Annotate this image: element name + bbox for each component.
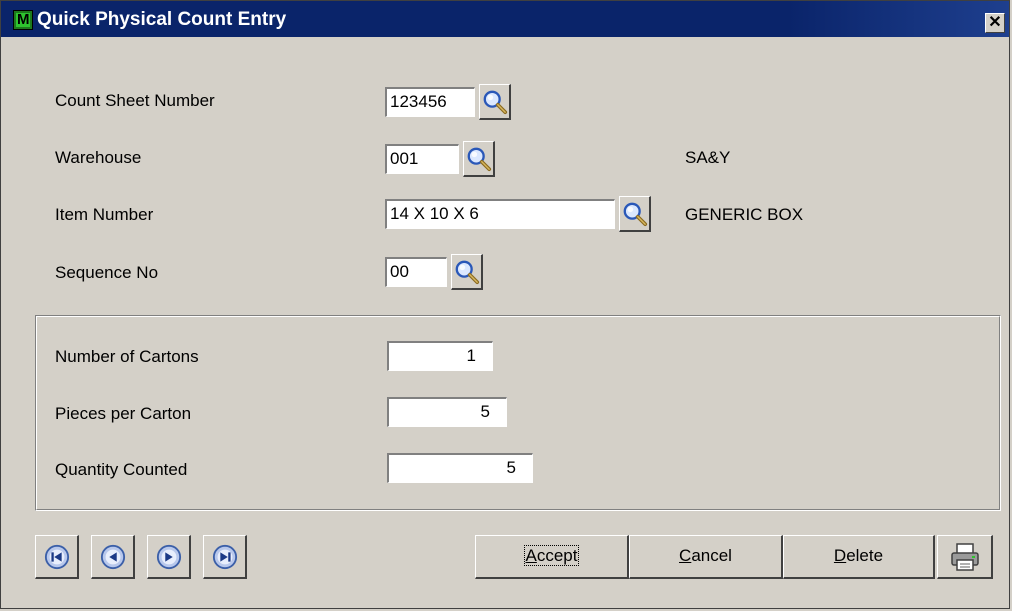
next-record-button[interactable] <box>147 535 191 579</box>
first-record-icon <box>44 544 70 570</box>
pieces-per-carton-label: Pieces per Carton <box>55 404 192 423</box>
cancel-button[interactable]: Cancel <box>629 535 783 579</box>
delete-button-label: Delete <box>833 546 884 565</box>
last-record-icon <box>212 544 238 570</box>
pieces-per-carton-field[interactable]: 5 <box>387 397 507 427</box>
next-record-icon <box>156 544 182 570</box>
item-description: GENERIC BOX <box>685 205 804 224</box>
magnifier-icon <box>482 89 508 115</box>
window-title: Quick Physical Count Entry <box>37 9 287 30</box>
item-number-label: Item Number <box>55 205 154 224</box>
print-button[interactable] <box>937 535 993 579</box>
quantity-counted-field[interactable]: 5 <box>387 453 533 483</box>
printer-icon <box>951 543 979 571</box>
warehouse-description: SA&Y <box>685 148 731 167</box>
item-number-field[interactable]: 14 X 10 X 6 <box>385 199 615 229</box>
title-bar: M Quick Physical Count Entry ✕ <box>1 1 1009 37</box>
close-button[interactable]: ✕ <box>985 13 1005 33</box>
warehouse-label: Warehouse <box>55 148 142 167</box>
accept-button[interactable]: Accept <box>475 535 629 579</box>
sequence-no-field[interactable]: 00 <box>385 257 447 287</box>
number-of-cartons-field[interactable]: 1 <box>387 341 493 371</box>
app-icon: M <box>13 10 33 30</box>
count-sheet-number-label: Count Sheet Number <box>55 91 215 110</box>
magnifier-icon <box>454 259 480 285</box>
warehouse-field[interactable]: 001 <box>385 144 459 174</box>
magnifier-icon <box>622 201 648 227</box>
magnifier-icon <box>466 146 492 172</box>
last-record-button[interactable] <box>203 535 247 579</box>
count-sheet-lookup-button[interactable] <box>479 84 511 120</box>
accept-button-label: Accept <box>523 545 580 566</box>
number-of-cartons-label: Number of Cartons <box>55 347 199 366</box>
count-sheet-number-field[interactable]: 123456 <box>385 87 475 117</box>
delete-button[interactable]: Delete <box>783 535 935 579</box>
quick-physical-count-entry-window: M Quick Physical Count Entry ✕ Count She… <box>0 0 1010 609</box>
sequence-no-lookup-button[interactable] <box>451 254 483 290</box>
cancel-button-label: Cancel <box>679 546 732 565</box>
quantity-counted-label: Quantity Counted <box>55 460 188 479</box>
sequence-no-label: Sequence No <box>55 263 159 282</box>
warehouse-lookup-button[interactable] <box>463 141 495 177</box>
item-number-lookup-button[interactable] <box>619 196 651 232</box>
first-record-button[interactable] <box>35 535 79 579</box>
previous-record-icon <box>100 544 126 570</box>
previous-record-button[interactable] <box>91 535 135 579</box>
